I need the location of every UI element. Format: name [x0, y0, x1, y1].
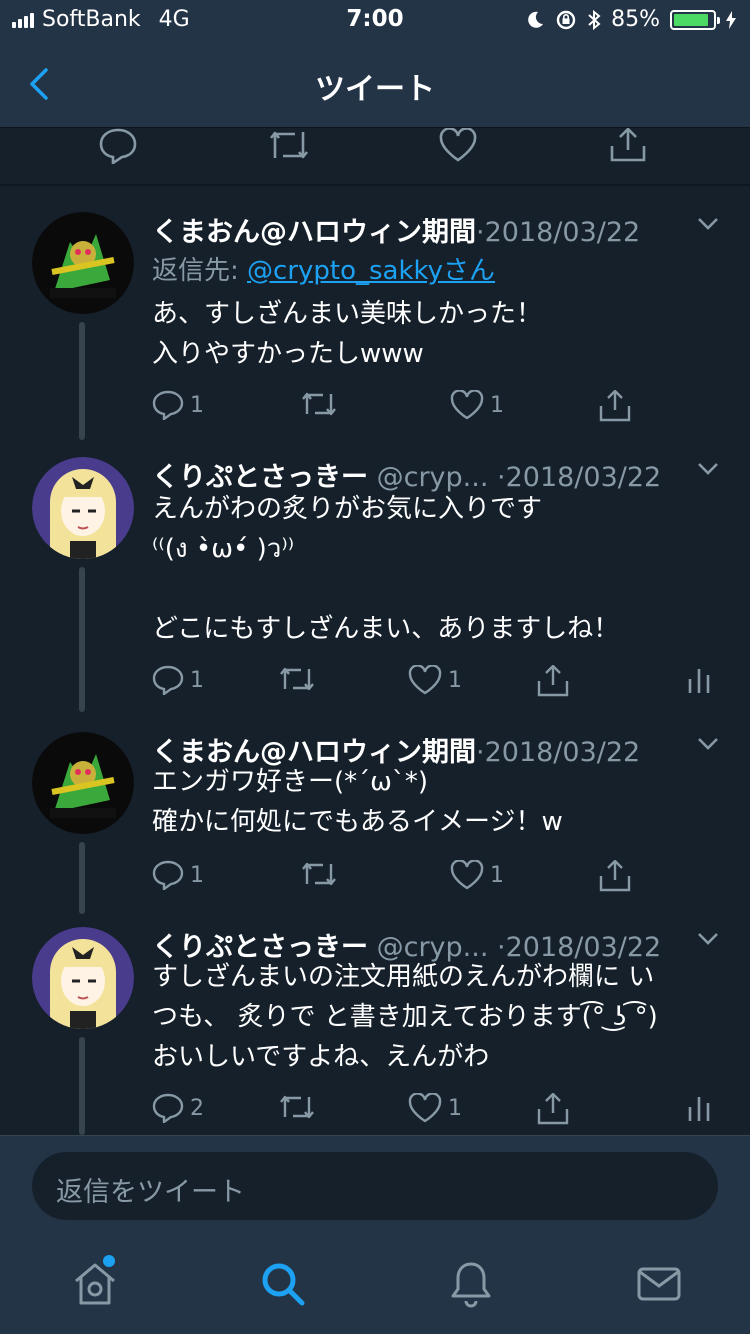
reply-count: 1 — [190, 392, 204, 418]
reply-count: 1 — [190, 862, 204, 888]
analytics-button[interactable] — [686, 665, 712, 695]
reply-tweet[interactable]: くまおん@ハロウィン期間·2018/03/22 エンガワ好きー(*´ω`*) 確… — [0, 730, 750, 920]
reply-to: 返信先: @crypto_sakkyさん — [152, 250, 495, 287]
avatar[interactable] — [32, 732, 134, 834]
battery-percent: 85% — [611, 7, 660, 32]
reply-to-prefix: 返信先: — [152, 256, 248, 286]
reply-icon[interactable] — [98, 128, 138, 164]
heart-icon — [450, 860, 484, 890]
analytics-icon — [688, 669, 710, 693]
chevron-down-icon[interactable] — [696, 931, 720, 947]
share-icon — [599, 390, 631, 422]
retweet-icon — [302, 862, 336, 886]
tweet-text: えんがわの炙りがお気に入りです ⁽⁽(ง •̀ω•́ )ว⁾⁾ どこにもすしざん… — [152, 494, 620, 644]
like-count: 1 — [448, 1095, 462, 1121]
thread-line — [79, 567, 85, 712]
search-icon[interactable] — [258, 1259, 308, 1309]
reply-button[interactable]: 2 — [152, 1093, 204, 1123]
moon-icon — [528, 11, 544, 28]
tab-bar — [0, 1235, 750, 1334]
page-title: ツイート — [315, 72, 435, 107]
like-count: 1 — [490, 862, 504, 888]
avatar[interactable] — [32, 927, 134, 1029]
reply-to-link[interactable]: @crypto_sakkyさん — [247, 256, 495, 286]
share-button[interactable] — [598, 390, 632, 422]
retweet-button[interactable] — [278, 665, 322, 693]
nav-bar: ツイート — [0, 40, 750, 128]
reply-button[interactable]: 1 — [152, 665, 204, 695]
messages-icon[interactable] — [634, 1259, 684, 1309]
reply-count: 1 — [190, 667, 204, 693]
retweet-button[interactable] — [300, 860, 344, 888]
status-icons: 85% — [525, 7, 736, 32]
avatar[interactable] — [32, 457, 134, 559]
battery-icon — [670, 9, 720, 30]
reply-tweet[interactable]: くりぷとさっきー @cryp... ·2018/03/22 えんがわの炙りがお気… — [0, 455, 750, 715]
notifications-icon[interactable] — [446, 1259, 496, 1309]
thread-line — [79, 1037, 85, 1135]
chevron-down-icon[interactable] — [696, 461, 720, 477]
reply-button[interactable]: 1 — [152, 390, 204, 420]
display-name[interactable]: くまおん@ハロウィン期間 — [152, 217, 476, 248]
like-button[interactable]: 1 — [450, 390, 504, 420]
thread-line — [79, 322, 85, 440]
share-icon — [537, 1093, 569, 1125]
retweet-button[interactable] — [300, 390, 344, 418]
retweet-button[interactable] — [278, 1093, 322, 1121]
heart-icon — [408, 1093, 442, 1123]
share-button[interactable] — [536, 665, 570, 697]
chevron-down-icon[interactable] — [696, 736, 720, 752]
reply-count: 2 — [190, 1095, 204, 1121]
heart-icon — [450, 390, 484, 420]
tweet-text: すしざんまいの注文用紙のえんがわ欄に い つも、 炙りで と書き加えております(… — [152, 962, 658, 1072]
like-count: 1 — [490, 392, 504, 418]
thread-line — [79, 842, 85, 914]
new-content-dot — [103, 1255, 115, 1267]
avatar[interactable] — [32, 212, 134, 314]
reply-bar: 返信をツイート — [0, 1135, 750, 1235]
like-button[interactable]: 1 — [408, 1093, 462, 1123]
analytics-icon — [688, 1097, 710, 1121]
reply-tweet[interactable]: くまおん@ハロウィン期間·2018/03/22 返信先: @crypto_sak… — [0, 210, 750, 450]
focused-tweet-actions — [0, 128, 750, 186]
like-button[interactable]: 1 — [450, 860, 504, 890]
tweet-actions: 1 1 — [152, 665, 722, 705]
bluetooth-icon — [588, 9, 601, 30]
tweet-date: 2018/03/22 — [484, 217, 641, 248]
share-icon — [599, 860, 631, 892]
retweet-icon[interactable] — [266, 128, 312, 162]
reply-icon — [152, 665, 184, 695]
reply-icon — [152, 1093, 184, 1123]
tweet-header: くまおん@ハロウィン期間·2018/03/22 — [152, 210, 732, 250]
tweet-text: あ、すしざんまい美味しかった！ 入りやすかったしwww — [152, 299, 543, 369]
reply-icon — [152, 390, 184, 420]
retweet-icon — [280, 1095, 314, 1119]
status-bar: SoftBank 4G 7:00 85% — [0, 0, 750, 40]
reply-icon — [152, 860, 184, 890]
reply-input[interactable]: 返信をツイート — [32, 1152, 718, 1220]
rotation-lock-icon — [556, 10, 576, 29]
share-button[interactable] — [536, 1093, 570, 1125]
reply-tweet[interactable]: くりぷとさっきー @cryp... ·2018/03/22 すしざんまいの注文用… — [0, 925, 750, 1135]
tweet-text: エンガワ好きー(*´ω`*) 確かに何処にでもあるイメージ！w — [152, 767, 563, 837]
heart-icon[interactable] — [438, 128, 478, 162]
share-icon[interactable] — [608, 128, 648, 162]
home-icon[interactable] — [70, 1259, 120, 1309]
share-icon — [537, 665, 569, 697]
reply-button[interactable]: 1 — [152, 860, 204, 890]
tweet-actions: 1 1 — [152, 860, 722, 900]
separator: · — [476, 217, 485, 248]
heart-icon — [408, 665, 442, 695]
tweet-actions: 1 1 — [152, 390, 722, 430]
like-button[interactable]: 1 — [408, 665, 462, 695]
retweet-icon — [280, 667, 314, 691]
chevron-down-icon[interactable] — [696, 216, 720, 232]
charging-icon — [726, 10, 736, 29]
tweet-actions: 2 1 — [152, 1093, 722, 1133]
analytics-button[interactable] — [686, 1093, 712, 1123]
share-button[interactable] — [598, 860, 632, 892]
like-count: 1 — [448, 667, 462, 693]
retweet-icon — [302, 392, 336, 416]
